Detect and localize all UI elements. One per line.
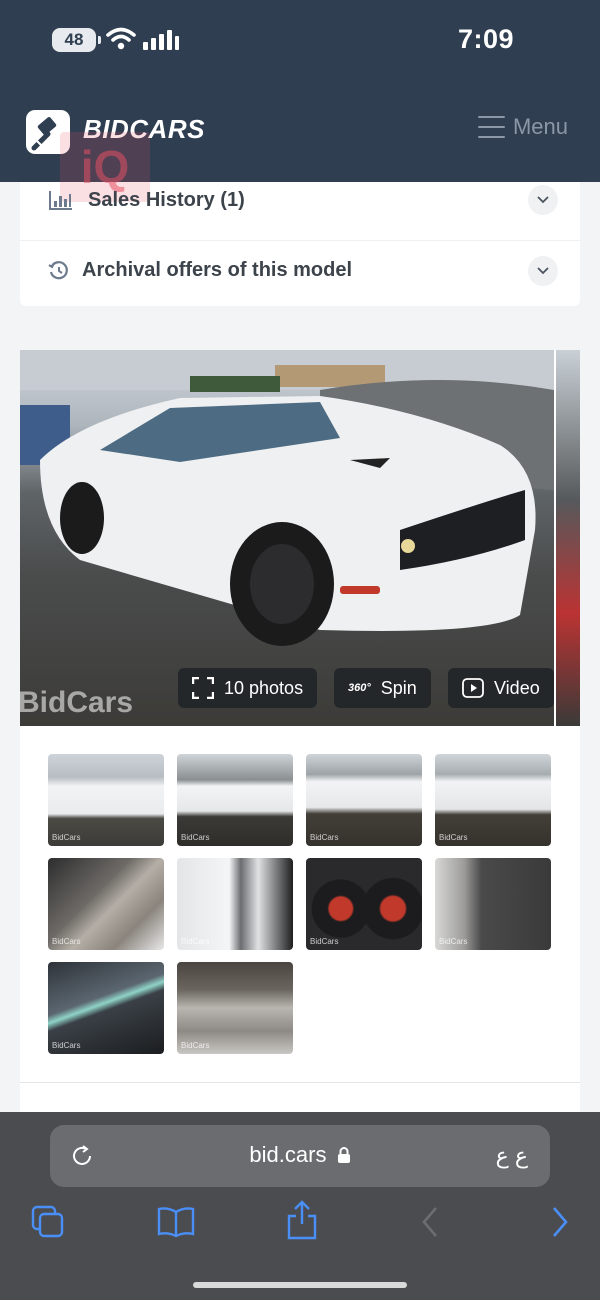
status-bar: 48 7:09: [0, 0, 600, 82]
accordion-archival-offers[interactable]: Archival offers of this model: [20, 240, 580, 300]
video-button[interactable]: Video: [448, 668, 554, 708]
thumbnail-1[interactable]: BidCars: [48, 754, 164, 846]
chevron-down-icon[interactable]: [528, 255, 558, 286]
tabs-icon[interactable]: [30, 1204, 66, 1240]
share-icon[interactable]: [285, 1200, 319, 1240]
thumb-watermark: BidCars: [439, 937, 468, 946]
thumbnail-8[interactable]: BidCars: [435, 858, 551, 950]
main-vehicle-photo[interactable]: BidCars 10 photos 360° Spin Video: [20, 350, 554, 726]
url-text: bid.cars: [249, 1142, 327, 1167]
divider: [20, 1082, 580, 1083]
thumb-watermark: BidCars: [52, 937, 81, 946]
thumb-watermark: BidCars: [181, 937, 210, 946]
spin-button[interactable]: 360° Spin: [334, 668, 431, 708]
vehicle-info-accordion: iQ Sales History (1) Archival offers of …: [20, 132, 580, 306]
forward-arrow-icon[interactable]: [548, 1204, 572, 1240]
thumbnail-7[interactable]: BidCars: [306, 858, 422, 950]
hamburger-icon: [477, 116, 505, 138]
thumbnail-6[interactable]: BidCars: [177, 858, 293, 950]
cellular-signal-icon: [143, 30, 179, 50]
back-arrow-icon[interactable]: [418, 1204, 442, 1240]
thumbnail-9[interactable]: BidCars: [48, 962, 164, 1054]
menu-label: Menu: [512, 114, 568, 139]
accordion-label-archival-offers: Archival offers of this model: [82, 259, 353, 281]
thumb-watermark: BidCars: [439, 833, 468, 842]
url-display[interactable]: bid.cars: [50, 1142, 550, 1168]
wifi-icon: [106, 27, 136, 50]
thumb-watermark: BidCars: [181, 833, 210, 842]
lock-icon: [337, 1147, 350, 1163]
bidcars-watermark: BidCars: [20, 686, 134, 719]
thumb-watermark: BidCars: [52, 833, 81, 842]
thumb-watermark: BidCars: [181, 1041, 210, 1050]
bar-chart-icon: [49, 191, 72, 210]
home-indicator: [193, 1282, 407, 1288]
accordion-label-sales-history: Sales History (1): [88, 188, 245, 211]
menu-button[interactable]: Menu: [477, 114, 568, 140]
thumb-watermark: BidCars: [52, 1041, 81, 1050]
spin-label: Spin: [380, 677, 417, 698]
thumbnail-5[interactable]: BidCars: [48, 858, 164, 950]
thumbnail-10[interactable]: BidCars: [177, 962, 293, 1054]
battery-indicator: 48: [52, 28, 101, 52]
history-icon: [48, 260, 68, 279]
thumbnail-2[interactable]: BidCars: [177, 754, 293, 846]
fullscreen-icon: [192, 677, 214, 699]
browser-toolbar: bid.cars ع ع: [0, 1112, 600, 1300]
thumb-watermark: BidCars: [310, 937, 339, 946]
bookmarks-icon[interactable]: [156, 1204, 196, 1240]
clock: 7:09: [457, 24, 514, 54]
photos-count-button[interactable]: 10 photos: [178, 668, 318, 708]
chevron-down-icon[interactable]: [528, 185, 558, 215]
reader-options-button[interactable]: ع ع: [496, 1143, 528, 1169]
address-bar[interactable]: bid.cars ع ع: [50, 1125, 550, 1187]
next-photo-peek[interactable]: [556, 350, 580, 726]
vehicle-photos-card: BidCars 10 photos 360° Spin Video BidCar…: [20, 350, 580, 1112]
thumb-watermark: BidCars: [310, 833, 339, 842]
video-label: Video: [494, 677, 540, 698]
photos-count-label: 10 photos: [224, 677, 304, 698]
360-icon: 360°: [348, 682, 371, 694]
accordion-sales-history[interactable]: Sales History (1): [20, 170, 580, 230]
thumbnail-4[interactable]: BidCars: [435, 754, 551, 846]
thumbnail-3[interactable]: BidCars: [306, 754, 422, 846]
play-icon: [462, 678, 484, 698]
